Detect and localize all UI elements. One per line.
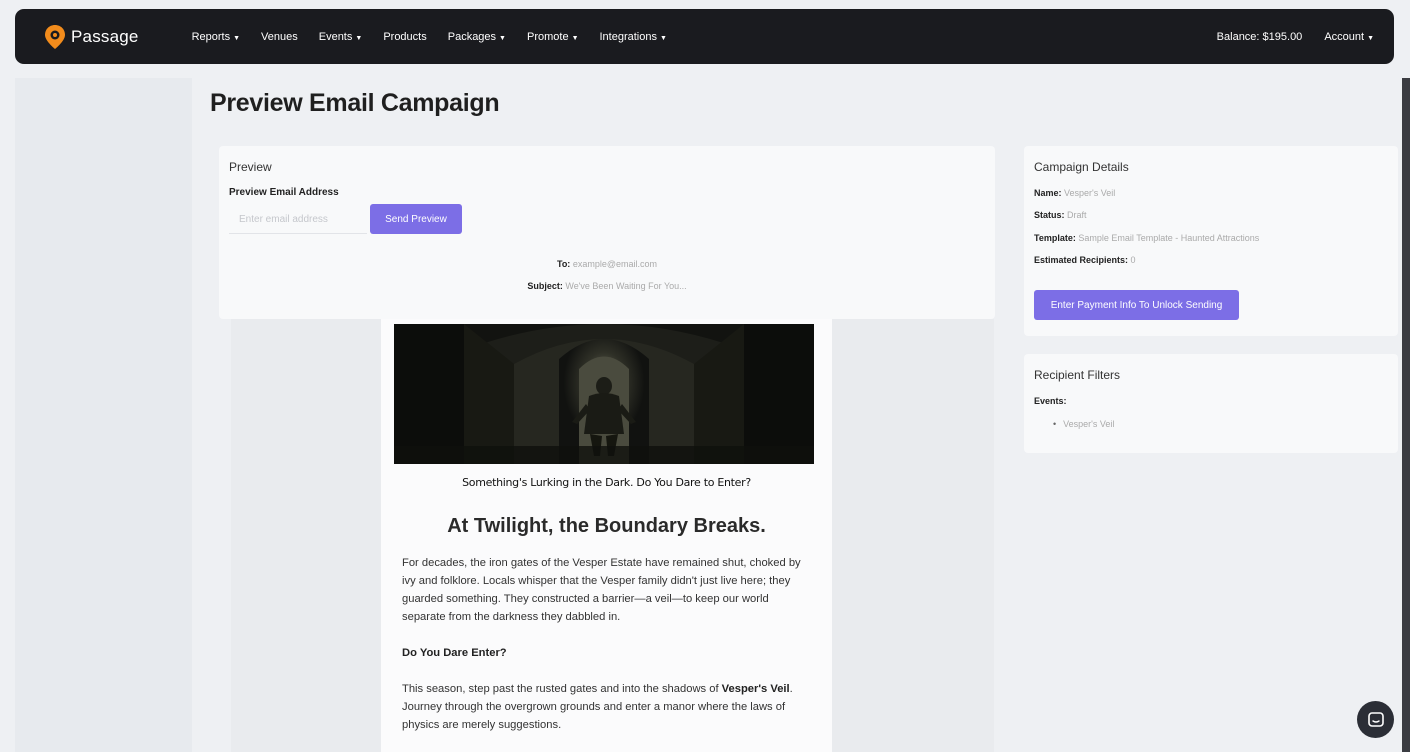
caret-down-icon: ▼ xyxy=(571,34,579,42)
chat-bubble-icon xyxy=(1367,711,1384,727)
nav-item-label: Products xyxy=(383,30,427,43)
nav-item-label: Events xyxy=(318,30,353,43)
unlock-sending-button[interactable]: Enter Payment Info To Unlock Sending xyxy=(1034,290,1239,320)
nav-item-label: Promote xyxy=(526,30,569,43)
detail-name: Name: Vesper's Veil xyxy=(1034,188,1115,198)
preview-email-label: Preview Email Address xyxy=(229,187,339,198)
nav-item-reports[interactable]: Reports ▼ xyxy=(192,31,240,43)
email-paragraph-2-bold: Vesper's Veil xyxy=(721,683,790,695)
subject-label: Subject: xyxy=(527,281,563,291)
detail-template-label: Template: xyxy=(1034,233,1076,243)
brand-name: Passage xyxy=(71,26,139,46)
nav-item-label: Packages xyxy=(447,30,497,43)
account-label: Account xyxy=(1324,30,1365,43)
email-paragraph-2-start: This season, step past the rusted gates … xyxy=(402,683,722,695)
to-label: To: xyxy=(556,259,571,269)
nav-item-venues[interactable]: Venues xyxy=(261,31,298,43)
recipient-filters-card: Recipient Filters Events: Vesper's Veil xyxy=(1024,354,1398,453)
email-tagline: Something's Lurking in the Dark. Do You … xyxy=(462,476,751,489)
detail-status-label: Status: xyxy=(1034,210,1065,220)
nav-item-label: Reports xyxy=(191,30,231,43)
left-sidebar-background xyxy=(15,78,192,752)
caret-down-icon: ▼ xyxy=(355,34,363,42)
nav-right: Balance: $195.00 Account ▼ xyxy=(1217,31,1374,43)
hero-corridor-image xyxy=(394,324,814,464)
preview-subject-line: Subject: We've Been Waiting For You... xyxy=(219,281,995,291)
caret-down-icon: ▼ xyxy=(233,34,241,42)
nav-item-products[interactable]: Products xyxy=(383,31,426,43)
send-preview-button[interactable]: Send Preview xyxy=(370,204,462,234)
preview-card-title: Preview xyxy=(229,160,272,174)
email-paragraph-1: For decades, the iron gates of the Vespe… xyxy=(402,557,801,623)
top-navbar: Passage Reports ▼ Venues Events ▼ Products… xyxy=(15,9,1394,64)
subject-value: We've Been Waiting For You... xyxy=(565,281,687,291)
detail-status: Status: Draft xyxy=(1034,210,1087,220)
page-title: Preview Email Campaign xyxy=(210,89,500,117)
preview-card: Preview Preview Email Address Send Previ… xyxy=(219,146,995,319)
preview-to-line: To: example@email.com xyxy=(219,259,995,269)
to-value: example@email.com xyxy=(572,259,657,269)
detail-recipients-value: 0 xyxy=(1130,255,1136,265)
nav-item-events[interactable]: Events ▼ xyxy=(319,31,363,43)
account-menu[interactable]: Account ▼ xyxy=(1324,31,1374,43)
detail-recipients-label: Estimated Recipients: xyxy=(1034,255,1129,265)
detail-status-value: Draft xyxy=(1067,210,1087,220)
email-paragraph-2: This season, step past the rusted gates … xyxy=(402,680,812,734)
preview-email-input[interactable] xyxy=(229,206,367,234)
brand[interactable]: Passage xyxy=(44,24,139,50)
detail-template: Template: Sample Email Template - Haunte… xyxy=(1034,233,1259,243)
detail-template-value: Sample Email Template - Haunted Attracti… xyxy=(1078,233,1260,243)
nav-item-promote[interactable]: Promote ▼ xyxy=(527,31,579,43)
scrollbar[interactable] xyxy=(1402,78,1410,752)
caret-down-icon: ▼ xyxy=(499,34,506,42)
nav-links: Reports ▼ Venues Events ▼ Products Package… xyxy=(192,31,688,43)
nav-item-integrations[interactable]: Integrations ▼ xyxy=(600,31,667,43)
filter-event-item: Vesper's Veil xyxy=(1053,419,1114,429)
hero-image xyxy=(394,324,814,464)
email-headline: At Twilight, the Boundary Breaks. xyxy=(447,515,766,537)
detail-name-label: Name: xyxy=(1034,188,1062,198)
email-preview-body: Something's Lurking in the Dark. Do You … xyxy=(381,319,832,752)
brand-logo-icon xyxy=(45,24,65,49)
detail-name-value: Vesper's Veil xyxy=(1064,188,1116,198)
detail-recipients: Estimated Recipients: 0 xyxy=(1034,255,1136,265)
filter-events-label: Events: xyxy=(1034,396,1067,406)
email-subheading: Do You Dare Enter? xyxy=(402,647,507,659)
nav-item-label: Venues xyxy=(261,30,298,43)
chat-button[interactable] xyxy=(1357,701,1394,738)
campaign-details-title: Campaign Details xyxy=(1034,160,1129,174)
campaign-details-card: Campaign Details Name: Vesper's Veil Sta… xyxy=(1024,146,1398,336)
recipient-filters-title: Recipient Filters xyxy=(1034,368,1121,382)
account-balance: Balance: $195.00 xyxy=(1216,30,1303,43)
nav-item-label: Integrations xyxy=(599,30,657,43)
caret-down-icon: ▼ xyxy=(659,34,667,42)
nav-item-packages[interactable]: Packages ▼ xyxy=(448,31,506,43)
caret-down-icon: ▼ xyxy=(1367,34,1374,42)
